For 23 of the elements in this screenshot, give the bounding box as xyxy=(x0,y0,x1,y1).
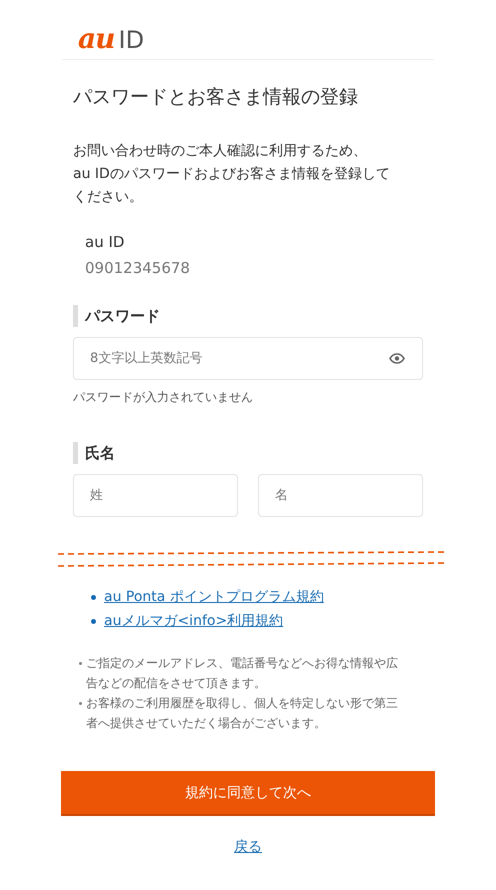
terms-link[interactable]: au Ponta ポイントプログラム規約 xyxy=(104,585,324,609)
submit-button[interactable]: 規約に同意して次へ xyxy=(61,771,435,814)
id-value: 09012345678 xyxy=(85,259,191,277)
bullet-icon xyxy=(91,618,96,624)
terms-link[interactable]: auメルマガ<info>利用規約 xyxy=(104,609,284,633)
intro-text: お問い合わせ時のご本人確認に利用するため、 au IDのパスワードおよびお客さま情報を登録して ください。 xyxy=(73,142,391,207)
note-text: ご指定のメールアドレス、電話番号などへお得な情報や広告などの配信をさせて頂きます。 xyxy=(86,655,399,692)
logo-brand: au xyxy=(78,25,114,53)
error-message: パスワードが入力されていません xyxy=(73,389,254,406)
bullet-icon xyxy=(79,662,82,665)
name-field[interactable]: 姓 xyxy=(73,474,238,517)
field-label: au ID xyxy=(85,233,126,251)
back-link[interactable]: 戻る xyxy=(234,838,262,856)
page-title: パスワードとお客さま情報の登録 xyxy=(73,85,359,110)
eye-icon[interactable] xyxy=(389,353,405,364)
section-heading: パスワード xyxy=(73,305,423,327)
bullet-icon xyxy=(91,594,96,600)
note-text: お客様のご利用履歴を取得し、個人を特定しない形で第三者へ提供させていただく場合がございます。 xyxy=(86,695,399,732)
bullet-icon xyxy=(79,702,82,705)
name-field[interactable]: 名 xyxy=(258,474,423,517)
password-field[interactable]: 8文字以上英数記号 xyxy=(73,337,423,380)
section-heading: 氏名 xyxy=(73,442,423,464)
logo-suffix: ID xyxy=(118,28,144,53)
